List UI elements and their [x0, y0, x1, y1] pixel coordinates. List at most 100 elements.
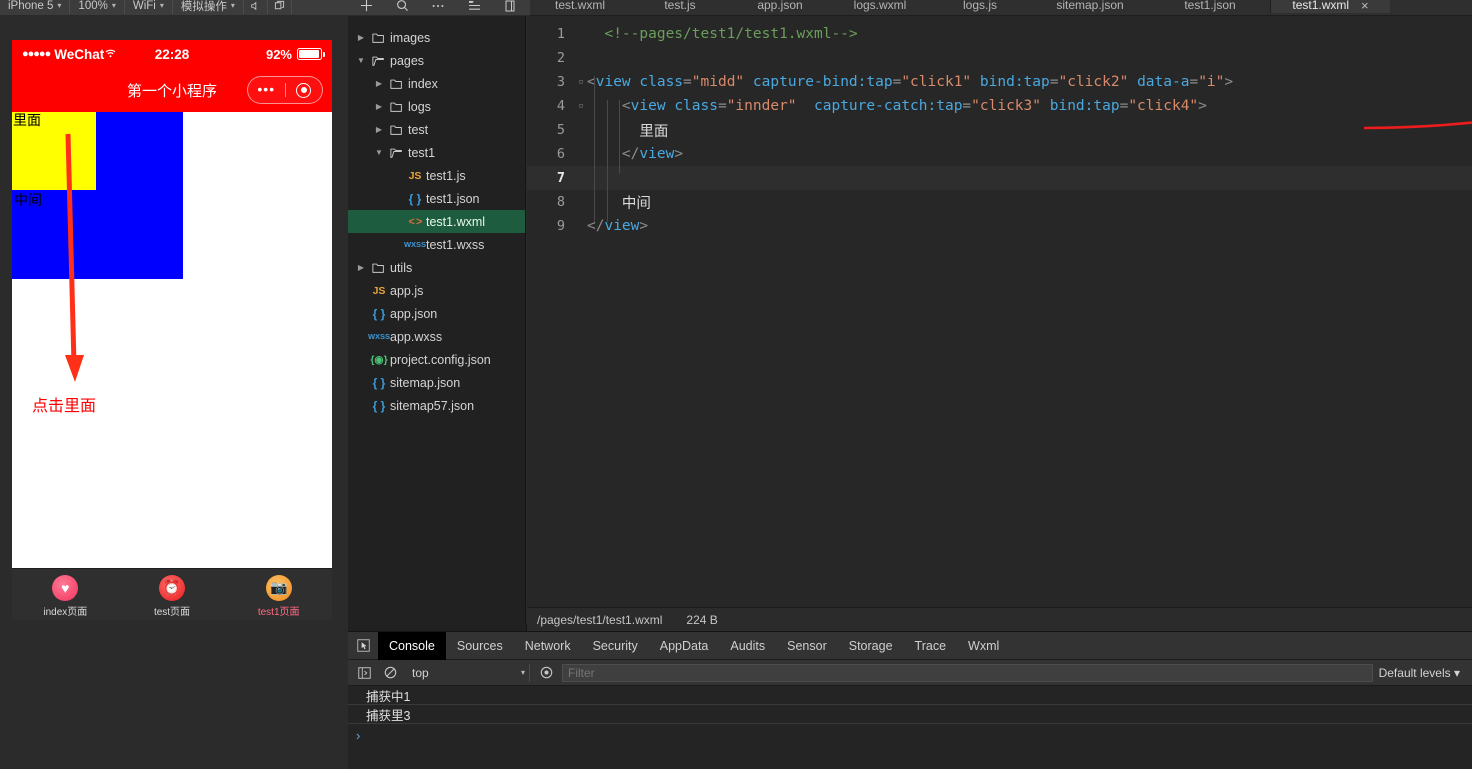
file-tree-item-test[interactable]: ▶ test — [348, 118, 525, 141]
code-editor[interactable]: 1 <!--pages/test1/test1.wxml--> 2 3 ▫ <view … — [527, 16, 1472, 607]
phone-tab-1[interactable]: ⏰ test页面 — [119, 569, 226, 620]
line-number: 7 — [556, 170, 565, 186]
alarm-icon: ⏰ — [159, 574, 185, 601]
inspect-element-icon[interactable] — [348, 632, 378, 660]
file-tree-item-sitemap57-json[interactable]: { } sitemap57.json — [348, 394, 525, 417]
copy-icon[interactable] — [268, 0, 292, 14]
zoom-selector[interactable]: 100% ▾ — [70, 0, 125, 14]
capsule-menu-icon[interactable]: ••• — [248, 82, 285, 96]
chevron-right-icon[interactable]: ▶ — [372, 102, 386, 111]
wechat-capsule[interactable]: ••• — [247, 76, 323, 104]
devtools-tab-security[interactable]: Security — [582, 632, 649, 660]
devtools-tab-sensor[interactable]: Sensor — [776, 632, 838, 660]
code-line[interactable]: 7 — [527, 166, 1472, 190]
midd-view[interactable]: 里面 中间 — [12, 112, 183, 279]
file-tree-item-utils[interactable]: ▶ utils — [348, 256, 525, 279]
file-tree-item-sitemap-json[interactable]: { } sitemap.json — [348, 371, 525, 394]
chevron-right-icon[interactable]: ▶ — [354, 33, 368, 42]
file-tree-item-test1-wxss[interactable]: WXSS test1.wxss — [348, 233, 525, 256]
devtools-tab-label: Sources — [456, 638, 503, 653]
editor-tab-test-wxml[interactable]: test.wxml — [530, 0, 630, 13]
file-tree-item-index[interactable]: ▶ index — [348, 72, 525, 95]
more-icon[interactable] — [420, 0, 456, 14]
file-tree-item-project-config-json[interactable]: {◉} project.config.json — [348, 348, 525, 371]
file-tree-item-test1-json[interactable]: { } test1.json — [348, 187, 525, 210]
line-number: 1 — [556, 26, 565, 42]
editor-tab-label: test1.wxml — [1292, 0, 1350, 12]
console-log-levels-selector[interactable]: Default levels ▾ — [1379, 666, 1466, 680]
file-tree-item-images[interactable]: ▶ images — [348, 26, 525, 49]
devtools-tab-label: Sensor — [787, 638, 827, 653]
devtools-tab-storage[interactable]: Storage — [838, 632, 904, 660]
console-prompt[interactable]: › — [348, 724, 1472, 746]
innder-view[interactable]: 里面 — [12, 112, 96, 190]
chevron-right-icon[interactable]: ▶ — [354, 263, 368, 272]
editor-tab-test-js[interactable]: test.js — [630, 0, 730, 13]
editor-tab-logs-js[interactable]: logs.js — [930, 0, 1030, 13]
chevron-right-icon[interactable]: ▶ — [372, 79, 386, 88]
devtools-tab-appdata[interactable]: AppData — [649, 632, 720, 660]
file-tree-item-app-wxss[interactable]: WXSS app.wxss — [348, 325, 525, 348]
devtools-tab-wxml[interactable]: Wxml — [957, 632, 1010, 660]
file-tree-item-test1-wxml[interactable]: < > test1.wxml — [348, 210, 525, 233]
file-tree-item-label: app.js — [390, 283, 424, 298]
code-fold-marker[interactable]: ▫ — [575, 101, 587, 111]
line-number: 3 — [556, 74, 565, 90]
chevron-right-icon[interactable]: ▶ — [372, 125, 386, 134]
network-selector[interactable]: WiFi ▾ — [125, 0, 173, 14]
capsule-close-icon[interactable] — [286, 82, 323, 98]
panel-icon[interactable] — [492, 0, 528, 14]
line-number: 5 — [556, 122, 565, 138]
editor-tab-logs-wxml[interactable]: logs.wxml — [830, 0, 930, 13]
file-tree-item-label: test1.wxss — [426, 237, 485, 252]
plus-icon[interactable] — [348, 0, 384, 14]
editor-tab-app-json[interactable]: app.json — [730, 0, 830, 13]
code-fold-marker[interactable]: ▫ — [575, 77, 587, 87]
volume-icon[interactable] — [244, 0, 268, 14]
search-icon[interactable] — [384, 0, 420, 14]
editor-tab-sitemap-json[interactable]: sitemap.json — [1030, 0, 1150, 13]
devtools-tab-console[interactable]: Console — [378, 631, 446, 660]
folder-icon — [386, 147, 408, 159]
code-line[interactable]: 6 </view> — [527, 142, 1472, 166]
code-line[interactable]: 3 ▫ <view class="midd" capture-bind:tap="c… — [527, 70, 1472, 94]
file-tree-item-label: sitemap57.json — [390, 398, 475, 413]
phone-tab-label: test1页面 — [257, 606, 300, 618]
file-tree-item-app-js[interactable]: JS app.js — [348, 279, 525, 302]
editor-tab-test1-wxml[interactable]: test1.wxml × — [1270, 0, 1390, 13]
file-tree-item-pages[interactable]: ▼ pages — [348, 49, 525, 72]
phone-tab-label: test页面 — [153, 606, 191, 618]
chevron-down-icon[interactable]: ▼ — [354, 56, 368, 65]
wxss-file-icon: WXSS — [367, 332, 391, 341]
file-tree-item-test1-js[interactable]: JS test1.js — [348, 164, 525, 187]
devtools-tab-sources[interactable]: Sources — [446, 632, 514, 660]
code-line[interactable]: 8 中间 — [527, 190, 1472, 214]
list-icon[interactable] — [456, 0, 492, 14]
file-tree-item-test1[interactable]: ▼ test1 — [348, 141, 525, 164]
eye-icon[interactable] — [536, 666, 556, 679]
devtools-tab-trace[interactable]: Trace — [904, 632, 958, 660]
code-line[interactable]: 4 ▫ <view class="innder" capture-catch:ta… — [527, 94, 1472, 118]
code-line[interactable]: 9 </view> — [527, 214, 1472, 238]
console-filter-bar: top ▾ Default levels ▾ — [348, 660, 1472, 686]
file-tree-item-label: test — [408, 122, 429, 137]
clear-console-icon[interactable] — [380, 666, 400, 679]
editor-tab-label: app.json — [757, 0, 803, 12]
devtools-tab-network[interactable]: Network — [514, 632, 582, 660]
code-line[interactable]: 1 <!--pages/test1/test1.wxml--> — [527, 22, 1472, 46]
file-tree-item-app-json[interactable]: { } app.json — [348, 302, 525, 325]
console-filter-input[interactable] — [562, 663, 1373, 682]
devtools-tab-audits[interactable]: Audits — [719, 632, 776, 660]
code-line[interactable]: 5 里面 — [527, 118, 1472, 142]
phone-tab-2[interactable]: 📷 test1页面 — [225, 569, 332, 620]
editor-tab-test1-json[interactable]: test1.json — [1150, 0, 1270, 13]
close-icon[interactable]: × — [1361, 0, 1369, 13]
phone-tab-0[interactable]: ♥ index页面 — [12, 569, 119, 620]
chevron-down-icon[interactable]: ▼ — [372, 148, 386, 157]
mock-operation-selector[interactable]: 模拟操作 ▾ — [173, 0, 244, 14]
sidebar-icon[interactable] — [354, 666, 374, 679]
code-line[interactable]: 2 — [527, 46, 1472, 70]
device-selector[interactable]: iPhone 5 ▾ — [0, 0, 71, 14]
file-tree-item-logs[interactable]: ▶ logs — [348, 95, 525, 118]
console-context-selector[interactable]: top ▾ — [408, 663, 530, 682]
